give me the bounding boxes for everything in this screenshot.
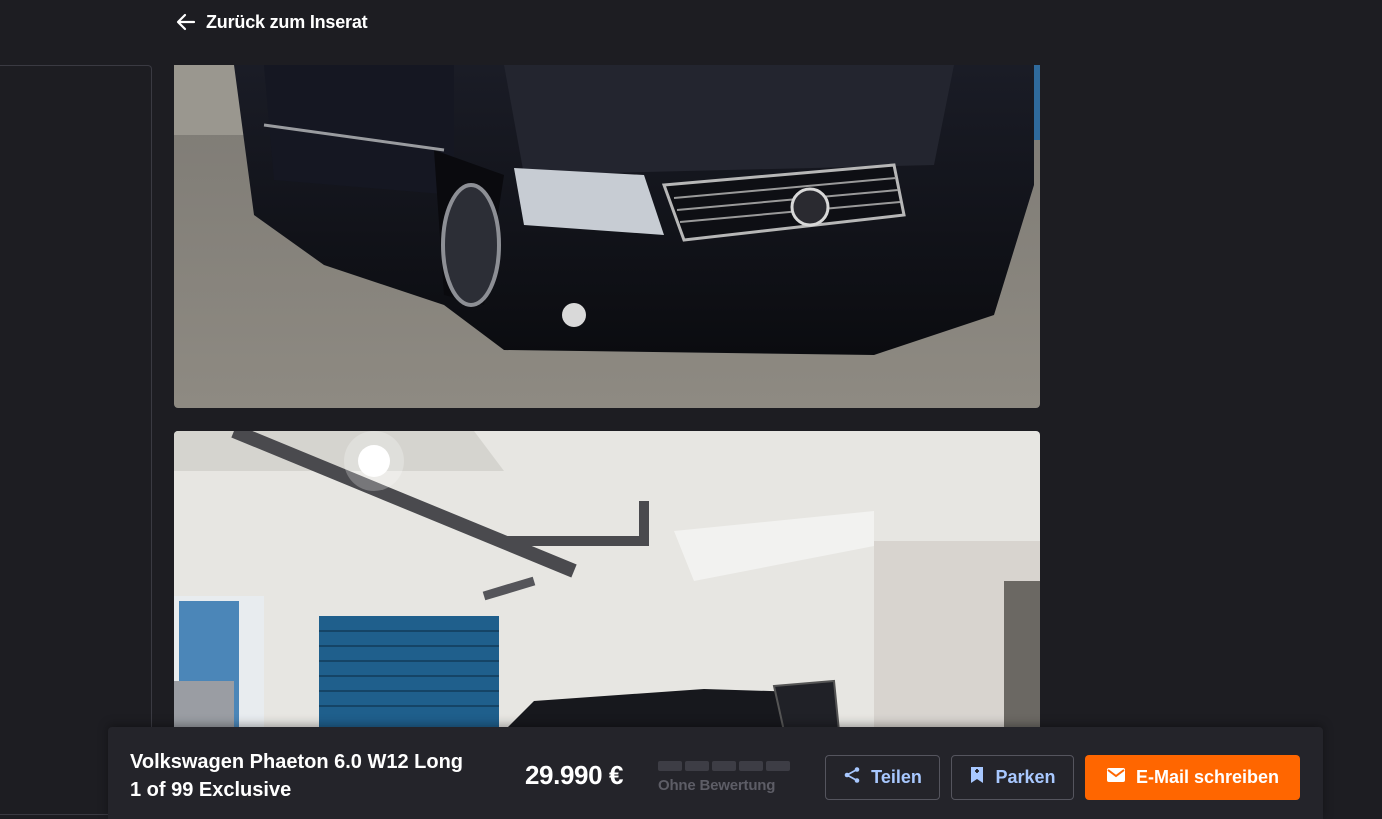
garage-photo[interactable]	[174, 431, 1040, 731]
email-button-label: E-Mail schreiben	[1135, 767, 1280, 787]
email-button[interactable]: E-Mail schreiben	[1085, 755, 1300, 800]
park-button[interactable]: Parken	[951, 755, 1074, 800]
share-icon	[843, 766, 861, 789]
page: Zurück zum Inserat Volkswagen Phaeton 6.…	[0, 0, 1382, 819]
listing-title-line2: 1 of 99 Exclusive	[130, 779, 292, 801]
top-bar: Zurück zum Inserat	[0, 0, 1382, 44]
side-panel	[0, 65, 152, 815]
listing-title: Volkswagen Phaeton 6.0 W12 Long 1 of 99 …	[130, 748, 510, 804]
listing-title-line1: Volkswagen Phaeton 6.0 W12 Long	[130, 751, 464, 773]
arrow-left-icon	[176, 12, 196, 32]
mail-icon	[1106, 767, 1126, 788]
scrollbar[interactable]	[1376, 0, 1382, 819]
listing-price: 29.990 €	[525, 760, 624, 790]
listing-action-bar: Volkswagen Phaeton 6.0 W12 Long 1 of 99 …	[108, 727, 1323, 819]
park-button-label: Parken	[995, 767, 1056, 787]
rating-bar	[658, 761, 682, 771]
rating-bar	[766, 761, 790, 771]
back-to-listing-link[interactable]: Zurück zum Inserat	[176, 10, 368, 34]
price-rating: Ohne Bewertung	[658, 761, 792, 794]
rating-bar	[685, 761, 709, 771]
share-button-label: Teilen	[871, 767, 922, 787]
share-button[interactable]: Teilen	[825, 755, 940, 800]
rating-bar	[712, 761, 736, 771]
back-link-label: Zurück zum Inserat	[206, 11, 368, 32]
rating-bar	[739, 761, 763, 771]
car-front-photo[interactable]	[174, 65, 1040, 408]
bookmark-icon	[969, 766, 985, 789]
rating-label: Ohne Bewertung	[658, 777, 776, 794]
rating-bars	[658, 761, 792, 771]
